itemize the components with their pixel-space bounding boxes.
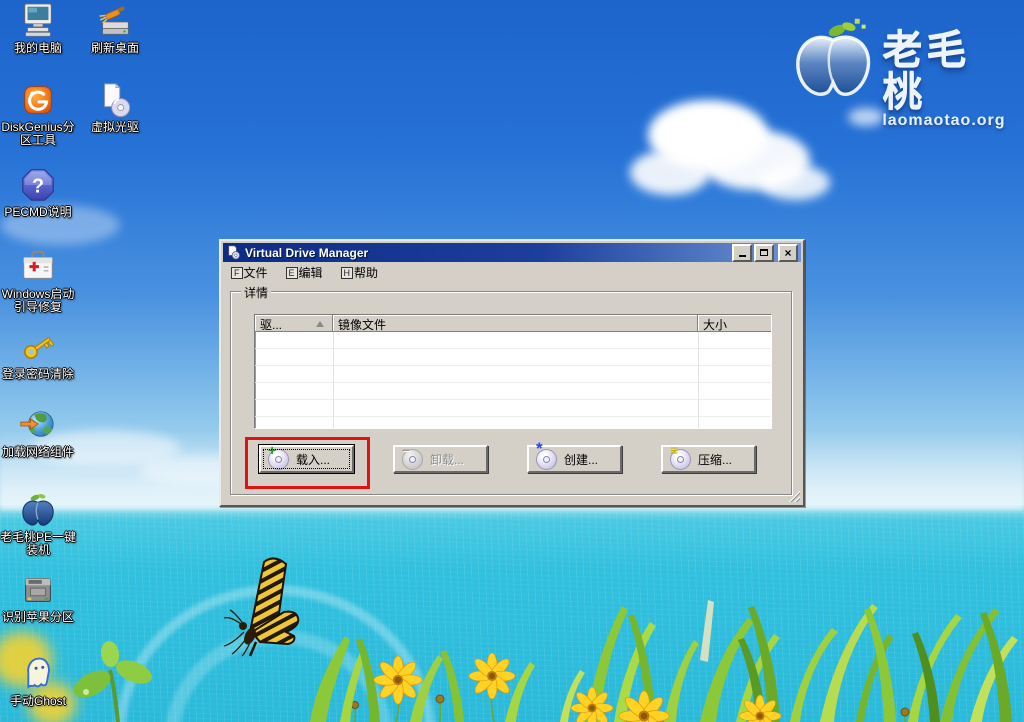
manual-ghost-icon <box>27 657 50 689</box>
cloud <box>848 108 884 126</box>
image-list-view[interactable]: 驱... 镜像文件 大小 <box>254 314 772 429</box>
cloud <box>760 165 830 200</box>
desktop-icon-boot-repair[interactable]: Windows启动引导修复 <box>0 248 80 314</box>
boot-repair-icon <box>23 250 53 279</box>
desktop-icon-label: 加载网络组件 <box>1 445 74 459</box>
list-header: 驱... 镜像文件 大小 <box>255 315 771 332</box>
desktop-icon-label: DiskGenius分区工具 <box>1 120 75 147</box>
desktop: 老毛桃 laomaotao.org 我的电脑 刷新桌面 DiskGenius分区… <box>0 0 1024 722</box>
column-header-drive[interactable]: 驱... <box>255 315 333 332</box>
menu-accel: F <box>231 266 243 279</box>
desktop-icon-pe-install[interactable]: 老毛桃PE一键装机 <box>0 491 80 557</box>
maximize-icon <box>760 249 768 256</box>
diskgenius-icon <box>24 86 52 114</box>
maximize-button[interactable] <box>754 243 774 262</box>
desktop-icon-label: 老毛桃PE一键装机 <box>0 530 76 557</box>
desktop-icon-password-clear[interactable]: 登录密码清除 <box>0 328 80 381</box>
window-icon <box>228 245 240 260</box>
title-bar[interactable]: Virtual Drive Manager × <box>223 243 801 262</box>
close-icon: × <box>784 245 792 260</box>
create-button-label: 创建... <box>564 452 599 467</box>
menu-label: 编辑 <box>298 266 323 280</box>
virtual-drive-manager-window: Virtual Drive Manager × F 文件 E 编辑 H 帮助 详… <box>219 239 805 507</box>
menu-accel: H <box>340 266 354 279</box>
groupbox-label: 详情 <box>241 284 272 301</box>
network-components-icon <box>20 411 54 437</box>
cd-create-icon: * <box>536 440 557 470</box>
peach-logo-icon <box>796 18 871 96</box>
desktop-icon-pecmd-help[interactable]: ? PECMD说明 <box>0 166 80 219</box>
desktop-icon-virtual-cd[interactable]: 虚拟光驱 <box>73 81 157 134</box>
desktop-icon-network[interactable]: 加载网络组件 <box>0 406 80 459</box>
column-separator <box>698 332 699 428</box>
desktop-icon-label: 刷新桌面 <box>90 41 139 55</box>
desktop-icon-ghost[interactable]: 手动Ghost <box>0 655 80 708</box>
list-body <box>255 332 771 428</box>
desktop-icon-label: 虚拟光驱 <box>90 120 139 134</box>
create-button[interactable]: * 创建... <box>527 440 622 473</box>
sprout-plant <box>73 641 153 722</box>
compress-button[interactable]: ≡ 压缩... <box>661 443 756 473</box>
load-button-label: 载入... <box>296 452 331 467</box>
svg-text:?: ? <box>32 176 44 198</box>
menu-file[interactable]: F 文件 <box>229 263 270 282</box>
desktop-icon-label: 我的电脑 <box>13 41 62 55</box>
cd-compress-icon: ≡ <box>670 443 691 470</box>
asterisk-badge-icon: * <box>536 438 543 458</box>
apple-partition-icon <box>25 578 51 602</box>
column-header-image-file[interactable]: 镜像文件 <box>333 315 698 332</box>
password-clear-icon <box>24 336 55 359</box>
minimize-button[interactable] <box>732 243 752 262</box>
column-header-size[interactable]: 大小 <box>698 315 771 332</box>
lines-badge-icon: ≡ <box>670 441 679 458</box>
desktop-icon-label: 手动Ghost <box>9 694 67 708</box>
laomaotao-logo: 老毛桃 laomaotao.org <box>786 16 1012 129</box>
menu-label: 文件 <box>243 266 268 280</box>
unload-button[interactable]: − 卸载... <box>393 443 488 473</box>
close-button[interactable]: × <box>778 243 798 262</box>
sort-ascending-icon <box>316 321 324 327</box>
my-computer-icon <box>24 3 52 37</box>
desktop-icon-diskgenius[interactable]: DiskGenius分区工具 <box>0 81 80 147</box>
menu-help[interactable]: H 帮助 <box>339 263 381 282</box>
compress-button-label: 压缩... <box>698 452 733 467</box>
desktop-icon-label: Windows启动引导修复 <box>1 287 75 314</box>
minimize-icon <box>738 254 746 257</box>
menu-bar: F 文件 E 编辑 H 帮助 <box>223 263 801 282</box>
unload-button-label: 卸载... <box>430 452 465 467</box>
desktop-icon-label: 登录密码清除 <box>1 367 74 381</box>
logo-title: 老毛桃 <box>882 29 971 115</box>
butterfly <box>223 557 300 657</box>
refresh-desktop-icon <box>99 6 129 35</box>
desktop-icon-label: PECMD说明 <box>4 205 72 219</box>
load-button[interactable]: + 载入... <box>258 443 355 474</box>
cd-load-icon: + <box>268 443 289 470</box>
menu-accel: E <box>285 266 298 279</box>
plus-badge-icon: + <box>268 441 277 458</box>
window-title: Virtual Drive Manager <box>245 245 369 260</box>
desktop-icon-label: 识别苹果分区 <box>1 610 74 624</box>
desktop-icon-refresh-desktop[interactable]: 刷新桌面 <box>73 2 157 55</box>
column-separator <box>333 332 334 428</box>
logo-url: laomaotao.org <box>882 112 1006 129</box>
menu-label: 帮助 <box>354 266 379 280</box>
desktop-icon-apple-partition[interactable]: 识别苹果分区 <box>0 571 80 624</box>
minus-badge-icon: − <box>402 441 411 458</box>
pecmd-help-icon: ? <box>22 169 54 201</box>
menu-edit[interactable]: E 编辑 <box>284 263 325 282</box>
pe-install-icon <box>22 493 54 526</box>
virtual-cd-icon <box>104 82 131 118</box>
cd-unload-icon: − <box>402 443 423 470</box>
desktop-icon-my-computer[interactable]: 我的电脑 <box>0 2 80 55</box>
cloud <box>630 150 710 195</box>
